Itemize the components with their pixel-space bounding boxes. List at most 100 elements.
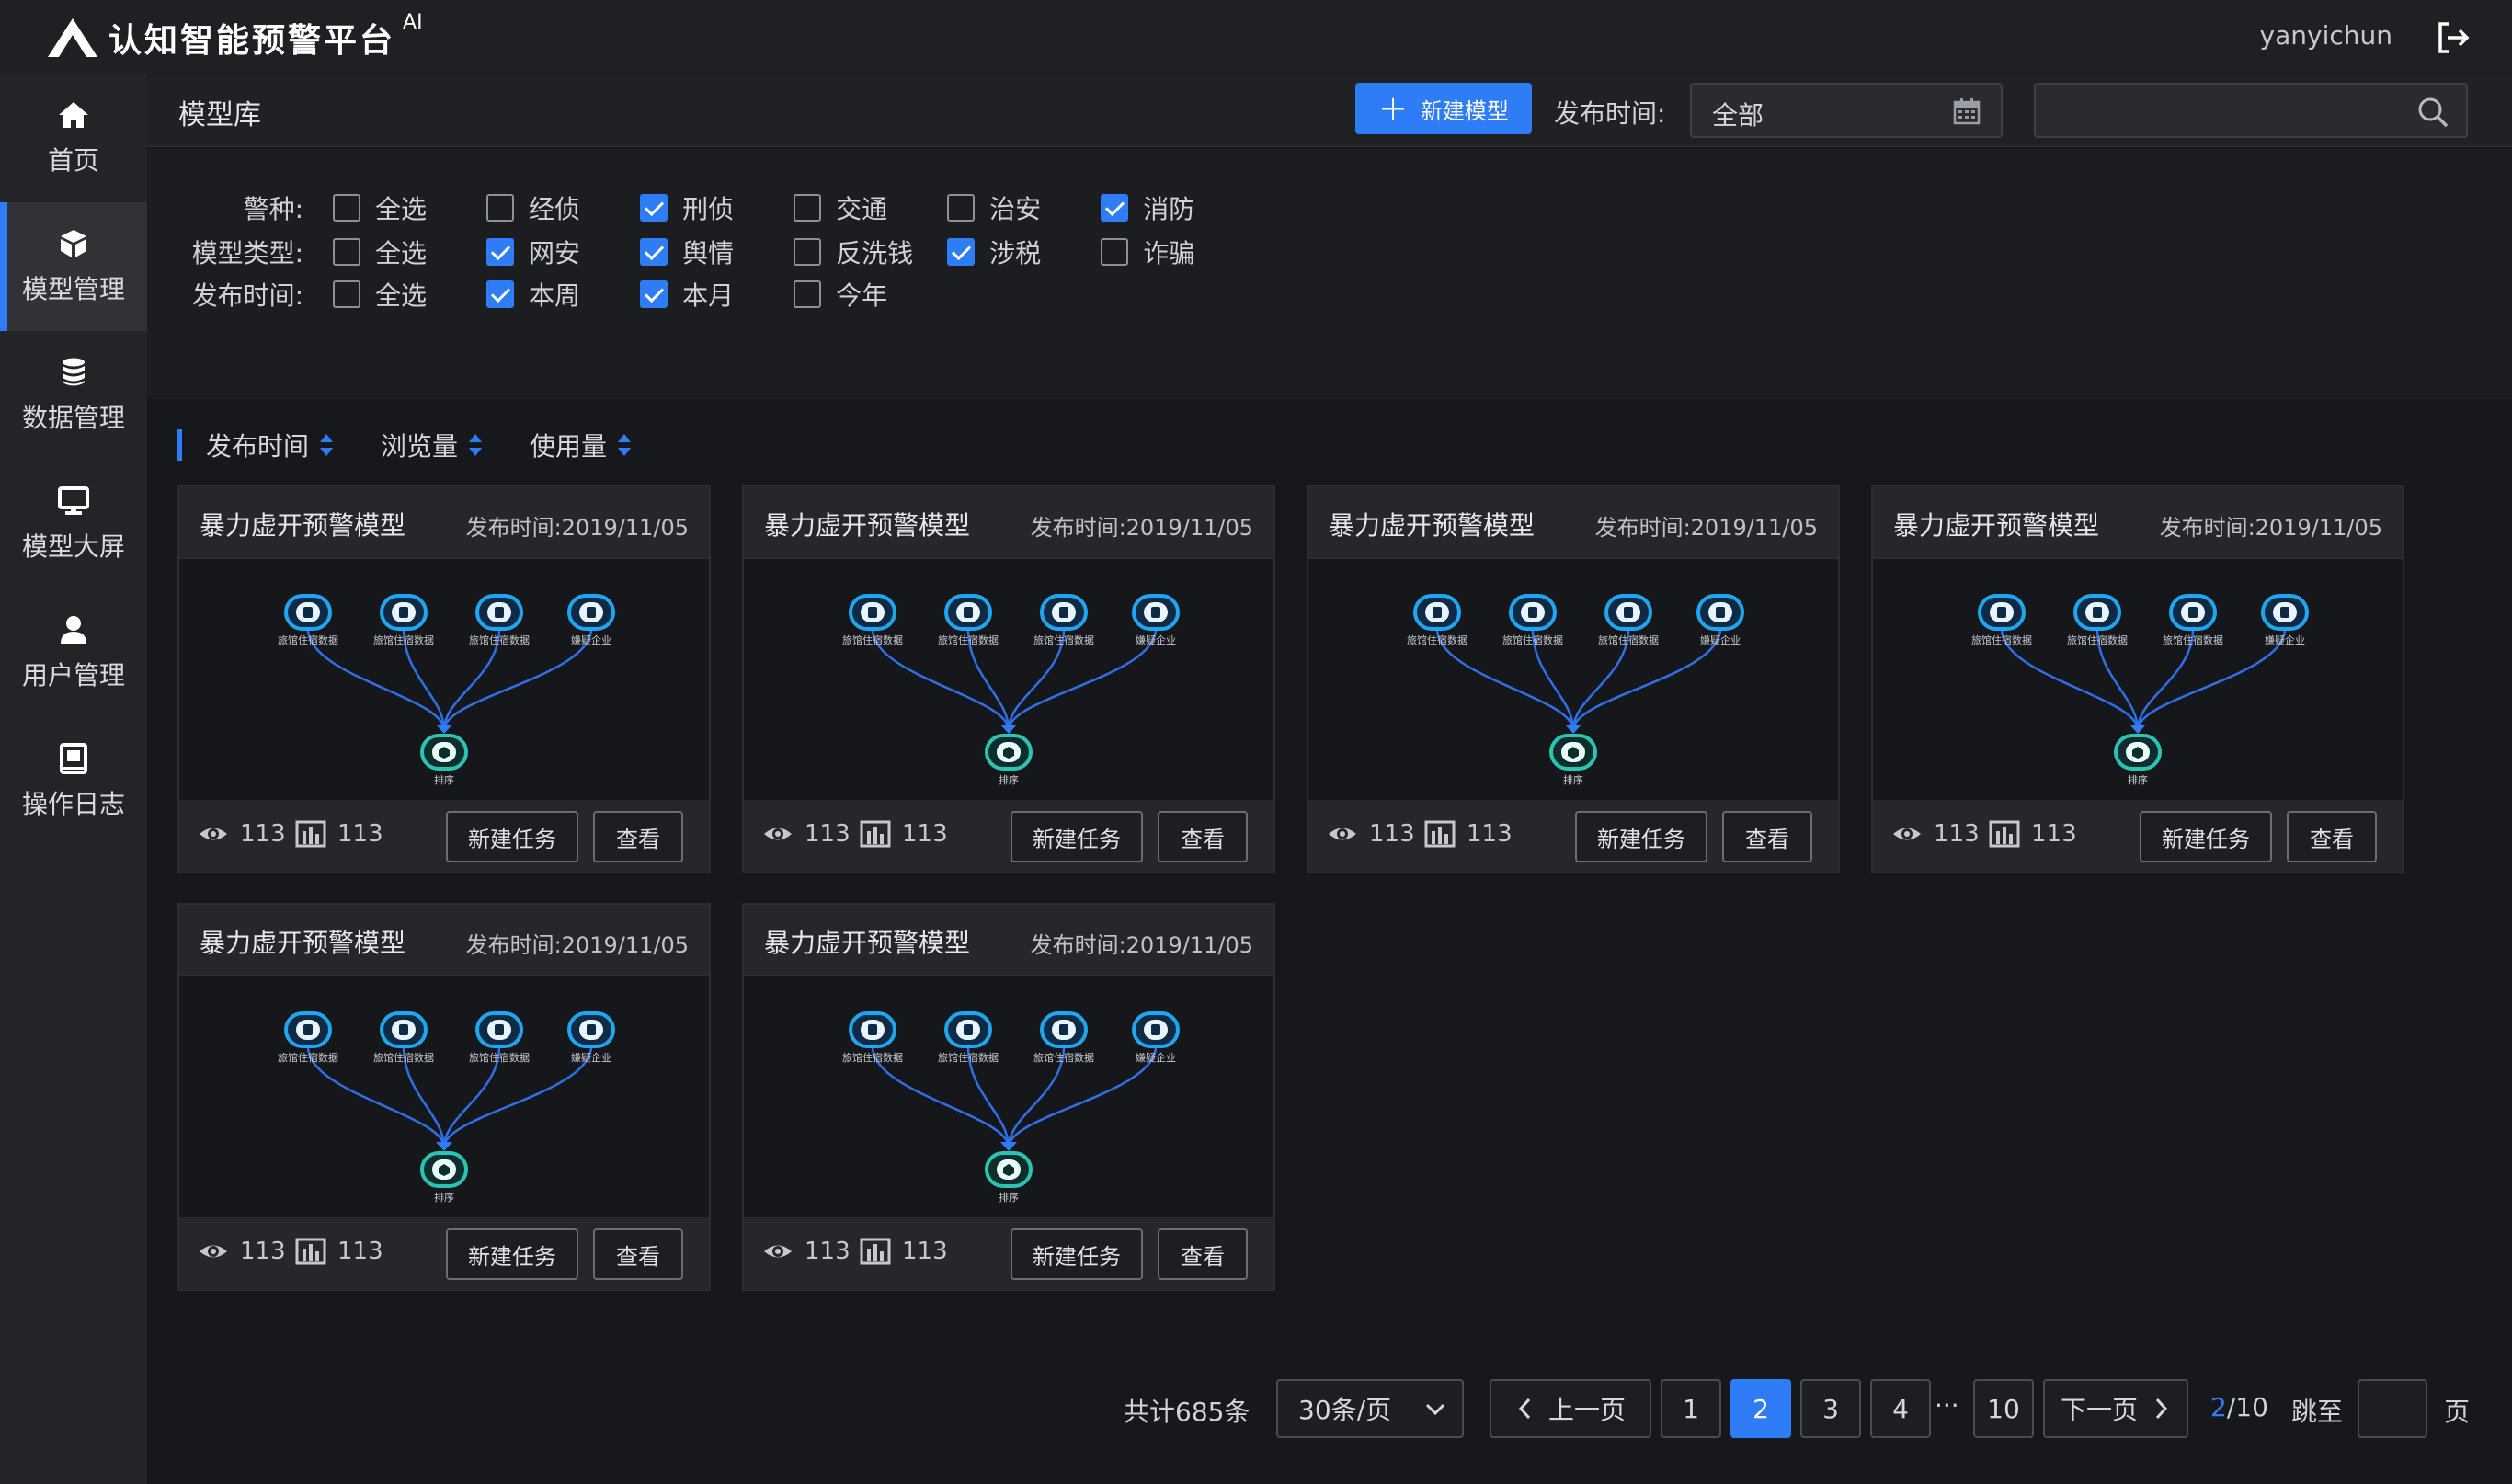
source-node[interactable] [380, 594, 428, 631]
filter-checkbox[interactable]: 全选 [333, 234, 427, 270]
sidebar-item-data-management[interactable]: 数据管理 [0, 331, 147, 460]
source-node[interactable] [567, 1011, 615, 1048]
checkbox-box[interactable] [333, 194, 360, 222]
checkbox-box[interactable] [1101, 194, 1129, 222]
checkbox-box[interactable] [947, 238, 976, 266]
checkbox-box[interactable] [486, 280, 515, 308]
checkbox-box[interactable] [333, 238, 360, 266]
checkbox-box[interactable] [486, 194, 515, 222]
filter-checkbox[interactable]: 网安 [486, 234, 580, 270]
target-node[interactable] [985, 734, 1033, 771]
target-node[interactable] [1549, 734, 1597, 771]
filter-checkbox[interactable]: 刑侦 [640, 189, 734, 226]
filter-checkbox[interactable]: 交通 [794, 189, 887, 226]
view-button[interactable]: 查看 [2287, 811, 2377, 862]
sort-option[interactable]: 使用量 [530, 427, 633, 463]
source-node[interactable] [284, 1011, 332, 1048]
sidebar-item-home[interactable]: 首页 [0, 74, 147, 202]
view-button[interactable]: 查看 [1158, 1228, 1248, 1280]
filter-checkbox[interactable]: 全选 [333, 189, 427, 226]
checkbox-box[interactable] [640, 280, 668, 308]
new-task-button[interactable]: 新建任务 [2140, 811, 2272, 862]
source-node[interactable] [1978, 594, 2026, 631]
target-node[interactable] [420, 734, 468, 771]
view-button[interactable]: 查看 [593, 811, 683, 862]
new-task-button[interactable]: 新建任务 [1575, 811, 1707, 862]
source-node[interactable] [1413, 594, 1461, 631]
sidebar-item-user-management[interactable]: 用户管理 [0, 588, 147, 717]
sidebar-item-operation-log[interactable]: 操作日志 [0, 717, 147, 846]
view-button[interactable]: 查看 [1158, 811, 1248, 862]
source-node[interactable] [944, 594, 992, 631]
page-10-button[interactable]: 10 [1973, 1379, 2034, 1438]
new-model-button[interactable]: + 新建模型 [1355, 83, 1532, 134]
sort-option[interactable]: 发布时间 [206, 427, 335, 463]
checkbox-box[interactable] [794, 238, 822, 266]
page-ellipsis[interactable]: ··· [1935, 1390, 1959, 1421]
source-node[interactable] [944, 1011, 992, 1048]
source-node[interactable] [849, 1011, 896, 1048]
view-button[interactable]: 查看 [593, 1228, 683, 1280]
search-input[interactable] [2034, 83, 2468, 138]
filter-checkbox[interactable]: 今年 [794, 276, 887, 313]
checkbox-box[interactable] [947, 194, 976, 222]
source-node[interactable] [284, 594, 332, 631]
page-1-button[interactable]: 1 [1661, 1379, 1721, 1438]
checkbox-box[interactable] [794, 194, 822, 222]
checkbox-box[interactable] [1101, 238, 1129, 266]
checkbox-box[interactable] [333, 280, 360, 308]
source-node[interactable] [1509, 594, 1557, 631]
new-task-button[interactable]: 新建任务 [446, 811, 578, 862]
username[interactable]: yanyichun [2260, 20, 2392, 51]
new-task-button[interactable]: 新建任务 [1011, 1228, 1143, 1280]
new-task-button[interactable]: 新建任务 [446, 1228, 578, 1280]
page-size-select[interactable]: 30条/页 [1276, 1379, 1464, 1438]
view-button[interactable]: 查看 [1722, 811, 1812, 862]
publish-time-select[interactable]: 全部 [1690, 83, 2003, 138]
prev-page-button[interactable]: 上一页 [1490, 1379, 1651, 1438]
source-node[interactable] [567, 594, 615, 631]
filter-checkbox[interactable]: 本周 [486, 276, 580, 313]
filter-checkbox[interactable]: 涉税 [947, 234, 1041, 270]
source-node[interactable] [1132, 594, 1180, 631]
target-node[interactable] [2114, 734, 2162, 771]
source-node[interactable] [1040, 1011, 1088, 1048]
new-task-button[interactable]: 新建任务 [1011, 811, 1143, 862]
source-node[interactable] [2169, 594, 2217, 631]
filter-checkbox[interactable]: 舆情 [640, 234, 734, 270]
source-node[interactable] [1132, 1011, 1180, 1048]
search-icon[interactable] [2416, 96, 2449, 129]
filter-checkbox[interactable]: 全选 [333, 276, 427, 313]
source-node[interactable] [2073, 594, 2121, 631]
source-node[interactable] [2261, 594, 2309, 631]
checkbox-box[interactable] [486, 238, 515, 266]
checkbox-box[interactable] [640, 194, 668, 222]
jump-page-input[interactable] [2358, 1379, 2427, 1438]
filter-checkbox[interactable]: 诈骗 [1101, 234, 1194, 270]
source-node[interactable] [475, 1011, 523, 1048]
checkbox-box[interactable] [640, 238, 668, 266]
source-node[interactable] [1040, 594, 1088, 631]
target-node[interactable] [985, 1151, 1033, 1188]
filter-checkbox[interactable]: 消防 [1101, 189, 1194, 226]
sort-option[interactable]: 浏览量 [381, 427, 484, 463]
source-node[interactable] [475, 594, 523, 631]
target-node[interactable] [420, 1151, 468, 1188]
page-2-button[interactable]: 2 [1730, 1379, 1791, 1438]
source-node[interactable] [1696, 594, 1744, 631]
source-node[interactable] [380, 1011, 428, 1048]
logout-icon[interactable] [2437, 20, 2472, 55]
source-node[interactable] [1604, 594, 1652, 631]
filter-checkbox[interactable]: 治安 [947, 189, 1041, 226]
source-node[interactable] [849, 594, 896, 631]
checkbox-box[interactable] [794, 280, 822, 308]
sidebar-item-model-screen[interactable]: 模型大屏 [0, 460, 147, 588]
filter-checkbox[interactable]: 经侦 [486, 189, 580, 226]
filter-checkbox[interactable]: 本月 [640, 276, 734, 313]
sidebar-item-model-management[interactable]: 模型管理 [0, 202, 147, 331]
filter-checkbox[interactable]: 反洗钱 [794, 234, 913, 270]
next-page-button[interactable]: 下一页 [2043, 1379, 2188, 1438]
page-4-button[interactable]: 4 [1870, 1379, 1931, 1438]
card-header: 暴力虚开预警模型 发布时间:2019/11/05 [1308, 487, 1838, 559]
page-3-button[interactable]: 3 [1800, 1379, 1861, 1438]
